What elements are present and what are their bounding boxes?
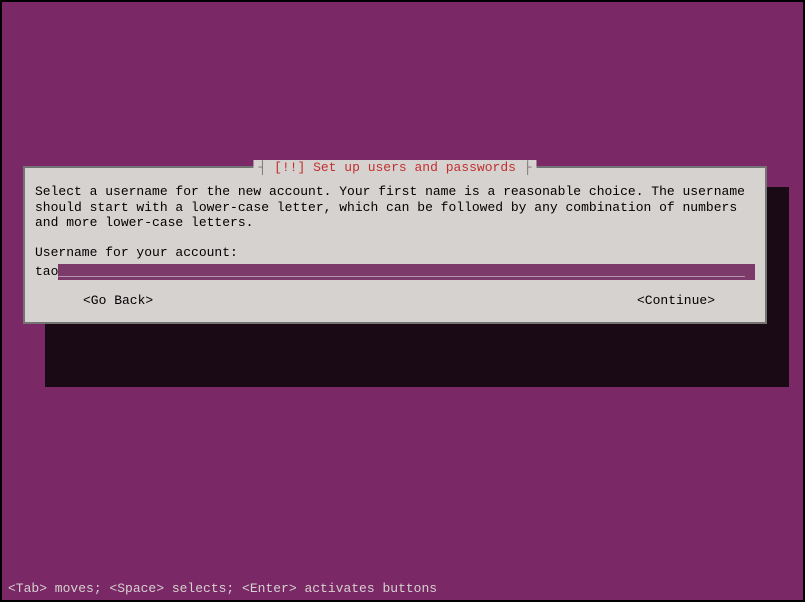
username-prompt: Username for your account: [35,245,755,260]
button-row: <Go Back> <Continue> [35,293,755,308]
username-value: tao [35,264,58,280]
dialog-title-text: [!!] Set up users and passwords [274,160,516,175]
username-input[interactable]: tao_____________________________________… [35,264,755,280]
footer-hint: <Tab> moves; <Space> selects; <Enter> ac… [8,581,437,596]
setup-users-dialog: ┤ [!!] Set up users and passwords ├ Sele… [23,166,767,324]
continue-button[interactable]: <Continue> [637,293,715,308]
dialog-title: ┤ [!!] Set up users and passwords ├ [253,160,536,175]
dialog-description: Select a username for the new account. Y… [35,184,755,231]
go-back-button[interactable]: <Go Back> [83,293,153,308]
